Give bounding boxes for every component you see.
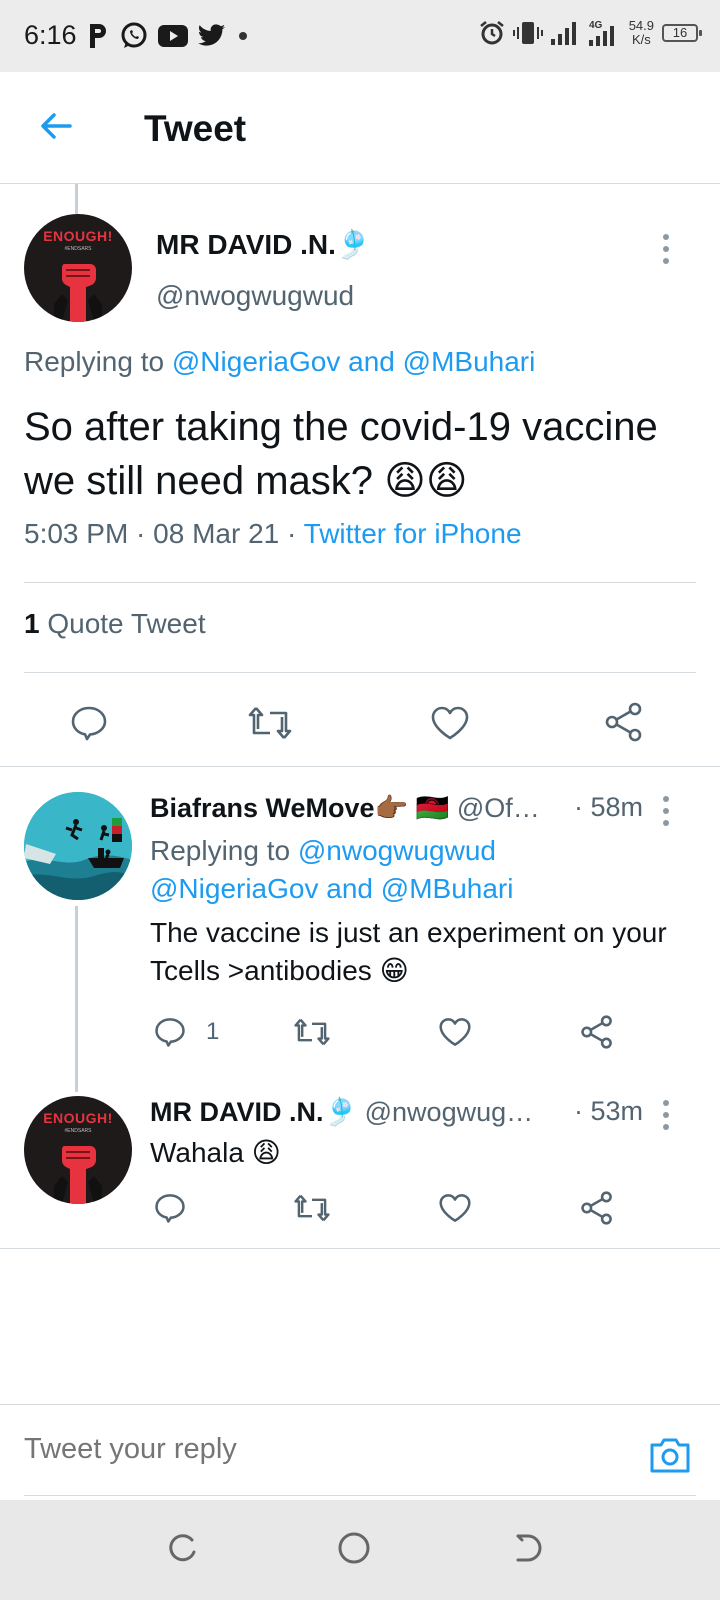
replying-to: Replying to @NigeriaGov and @MBuhari bbox=[24, 346, 535, 378]
system-nav-bar bbox=[0, 1500, 720, 1600]
tweet-source-link[interactable]: Twitter for iPhone bbox=[304, 518, 522, 549]
reply-text: The vaccine is just an experiment on you… bbox=[150, 917, 667, 986]
reply-author-name[interactable]: MR DAVID .N.🎐 bbox=[150, 1097, 357, 1127]
quote-count: 1 bbox=[24, 608, 40, 639]
avatar[interactable]: ENOUGH! #ENDSARS bbox=[24, 214, 132, 322]
avatar-image-icon bbox=[24, 792, 132, 900]
raised-fist-icon bbox=[54, 1146, 102, 1204]
reply-author-handle[interactable]: @nwogwug… bbox=[357, 1097, 534, 1127]
whatsapp-icon bbox=[121, 22, 147, 48]
meta-separator: · bbox=[279, 518, 304, 549]
mention-link[interactable]: @MBuhari bbox=[403, 346, 536, 377]
replying-to-label: Replying to bbox=[150, 835, 298, 866]
dot-icon bbox=[239, 32, 247, 40]
arrow-left-icon[interactable] bbox=[36, 106, 76, 146]
reply-author-handle[interactable]: @Of… bbox=[449, 793, 540, 823]
share-icon[interactable] bbox=[580, 1191, 614, 1225]
recents-icon[interactable] bbox=[164, 1530, 200, 1566]
p-app-icon bbox=[90, 24, 106, 48]
mention-link[interactable]: @NigeriaGov bbox=[172, 346, 340, 377]
tweet-date: 08 Mar 21 bbox=[153, 518, 280, 549]
tweet-time: 5:03 PM bbox=[24, 518, 129, 549]
reply-input[interactable] bbox=[24, 1433, 604, 1466]
net-speed-value: 54.9 bbox=[628, 18, 654, 33]
back-icon[interactable] bbox=[508, 1530, 544, 1566]
like-icon[interactable] bbox=[438, 1192, 472, 1224]
avatar-enough-text: ENOUGH! bbox=[43, 228, 113, 244]
page-title: Tweet bbox=[144, 108, 247, 149]
divider bbox=[24, 582, 696, 583]
tweet-text: So after taking the covid-19 vaccine we … bbox=[24, 405, 658, 503]
avatar[interactable] bbox=[24, 792, 132, 900]
reply-icon[interactable] bbox=[154, 1016, 186, 1048]
mention-link[interactable]: @MBuhari bbox=[381, 873, 514, 904]
net-speed: 54.9 K/s bbox=[629, 19, 654, 47]
reply-count: 1 bbox=[206, 1018, 220, 1045]
replying-to-label: Replying to bbox=[24, 346, 172, 377]
reply-time: · 58m bbox=[574, 792, 644, 822]
share-icon[interactable] bbox=[604, 702, 644, 742]
notification-icons bbox=[86, 22, 250, 50]
retweet-icon[interactable] bbox=[248, 704, 292, 742]
battery-level: 16 bbox=[672, 25, 688, 40]
status-bar: 6:16 4G 54.9 K/s 16 bbox=[0, 0, 720, 72]
reply-header: MR DAVID .N.🎐 @nwogwug… bbox=[150, 1096, 570, 1128]
app-header: Tweet bbox=[0, 72, 720, 184]
more-options-icon[interactable] bbox=[662, 234, 670, 264]
signal-icon bbox=[550, 22, 576, 45]
more-options-icon[interactable] bbox=[662, 1100, 670, 1130]
share-icon[interactable] bbox=[580, 1015, 614, 1049]
vibrate-icon bbox=[512, 22, 543, 44]
divider bbox=[0, 766, 720, 767]
avatar-enough-text: ENOUGH! bbox=[43, 1110, 113, 1126]
divider bbox=[0, 1248, 720, 1249]
net-speed-unit: K/s bbox=[631, 32, 651, 47]
thread-line-replies bbox=[75, 906, 78, 1092]
retweet-icon[interactable] bbox=[294, 1016, 330, 1048]
author-name[interactable]: MR DAVID .N.🎐 bbox=[156, 228, 371, 261]
thread-line-top bbox=[75, 184, 78, 214]
like-icon[interactable] bbox=[430, 704, 470, 742]
avatar[interactable]: ENOUGH! #ENDSARS bbox=[24, 1096, 132, 1204]
camera-icon[interactable] bbox=[648, 1435, 692, 1475]
quote-tweets-stat[interactable]: 1 Quote Tweet bbox=[24, 608, 206, 640]
reply-icon[interactable] bbox=[70, 704, 108, 742]
reply-author-name[interactable]: Biafrans WeMove👉🏾 🇲🇼 bbox=[150, 793, 449, 823]
raised-fist-icon bbox=[54, 264, 102, 322]
reply-text: Wahala 😩 bbox=[150, 1137, 281, 1168]
home-icon[interactable] bbox=[336, 1530, 372, 1566]
like-icon[interactable] bbox=[438, 1016, 472, 1048]
youtube-icon bbox=[158, 25, 188, 47]
mention-and[interactable]: and bbox=[318, 873, 380, 904]
reply-time: · 53m bbox=[574, 1096, 644, 1126]
reply-header: Biafrans WeMove👉🏾 🇲🇼 @Of… bbox=[150, 792, 570, 824]
status-time: 6:16 bbox=[24, 20, 77, 50]
avatar-tag-text: #ENDSARS bbox=[64, 1128, 92, 1134]
twitter-icon bbox=[198, 24, 225, 46]
avatar-tag-text: #ENDSARS bbox=[64, 246, 92, 252]
meta-separator: · bbox=[128, 518, 154, 549]
svg-text:4G: 4G bbox=[589, 20, 603, 31]
more-options-icon[interactable] bbox=[662, 796, 670, 826]
signal-4g-icon: 4G bbox=[588, 20, 614, 46]
mention-link[interactable]: @nwogwugwud bbox=[298, 835, 496, 866]
system-status-icons: 4G 54.9 K/s 16 bbox=[479, 18, 702, 48]
tweet-meta: 5:03 PM · 08 Mar 21 · Twitter for iPhone bbox=[24, 518, 522, 550]
alarm-icon bbox=[479, 21, 504, 45]
author-handle[interactable]: @nwogwugwud bbox=[156, 280, 354, 312]
retweet-icon[interactable] bbox=[294, 1192, 330, 1224]
reply-icon[interactable] bbox=[154, 1192, 186, 1224]
reply-composer bbox=[0, 1404, 720, 1500]
replying-to: Replying to @nwogwugwud @NigeriaGov and … bbox=[150, 832, 670, 908]
composer-underline bbox=[24, 1495, 696, 1496]
quote-label: Quote Tweet bbox=[39, 608, 206, 639]
battery-icon: 16 bbox=[662, 24, 702, 42]
divider bbox=[24, 672, 696, 673]
mention-link[interactable]: @NigeriaGov bbox=[150, 873, 318, 904]
mention-and[interactable]: and bbox=[340, 346, 402, 377]
